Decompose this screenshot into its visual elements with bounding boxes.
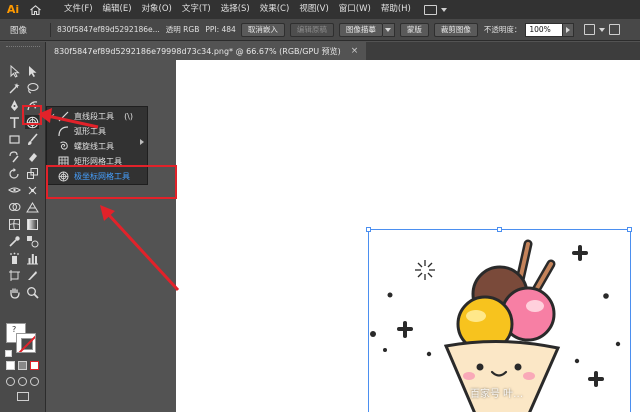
shaper-tool-icon[interactable] bbox=[7, 149, 21, 163]
unembed-button[interactable]: 取消嵌入 bbox=[240, 22, 285, 37]
menu-window[interactable]: 窗口(W) bbox=[334, 0, 376, 19]
app-logo: Ai bbox=[6, 3, 20, 16]
line-segment-icon bbox=[56, 110, 70, 124]
menu-edit[interactable]: 编辑(E) bbox=[98, 0, 137, 19]
menu-type[interactable]: 文字(T) bbox=[177, 0, 216, 19]
document-tab[interactable]: 830f5847ef89d5292186e79998d73c34.png* @ … bbox=[46, 42, 367, 60]
spiral-icon bbox=[56, 140, 70, 154]
flyout-item-spiral[interactable]: 螺旋线工具 bbox=[47, 139, 147, 154]
draw-inside-icon[interactable] bbox=[30, 377, 39, 386]
annotation-highlight-flyout-item bbox=[46, 165, 177, 199]
shape-builder-tool-icon[interactable] bbox=[7, 200, 21, 214]
image-ppi-info: PPI: 484 bbox=[205, 25, 236, 34]
opacity-input[interactable] bbox=[525, 22, 564, 37]
scale-tool-icon[interactable] bbox=[25, 166, 39, 180]
draw-behind-icon[interactable] bbox=[18, 377, 27, 386]
linked-filename[interactable]: 830f5847ef89d5292186e... bbox=[57, 25, 160, 34]
home-icon[interactable] bbox=[27, 0, 43, 19]
check-icon: ✓ bbox=[49, 112, 56, 121]
chevron-down-icon bbox=[385, 27, 392, 32]
menu-select[interactable]: 选择(S) bbox=[216, 0, 255, 19]
resize-handle[interactable] bbox=[627, 227, 632, 232]
pen-tool-icon[interactable] bbox=[7, 98, 21, 112]
document-tab-strip: 830f5847ef89d5292186e79998d73c34.png* @ … bbox=[46, 42, 640, 60]
chevron-down-icon[interactable] bbox=[599, 27, 606, 32]
chevron-down-icon[interactable] bbox=[440, 7, 447, 12]
symbol-sprayer-tool-icon[interactable] bbox=[7, 251, 21, 265]
menu-view[interactable]: 视图(V) bbox=[294, 0, 333, 19]
gradient-tool-icon[interactable] bbox=[25, 217, 39, 231]
tools-panel: ? ··· bbox=[0, 42, 46, 412]
rectangle-tool-icon[interactable] bbox=[7, 132, 21, 146]
edit-original-button[interactable]: 编辑原稿 bbox=[289, 22, 334, 37]
chevron-right-icon bbox=[566, 26, 571, 33]
blend-tool-icon[interactable] bbox=[25, 234, 39, 248]
selection-type-label: 图像 bbox=[10, 25, 28, 36]
control-bar: 图像 830f5847ef89d5292186e... 透明 RGB PPI: … bbox=[0, 19, 640, 41]
gradient-mode-icon[interactable] bbox=[18, 361, 27, 370]
panel-grip[interactable] bbox=[6, 46, 40, 49]
mesh-tool-icon[interactable] bbox=[7, 217, 21, 231]
stroke-swatch[interactable] bbox=[16, 333, 36, 353]
mask-button[interactable]: 蒙版 bbox=[399, 22, 429, 37]
artboard-tool-icon[interactable] bbox=[7, 268, 21, 282]
color-mode-icon[interactable] bbox=[6, 361, 15, 370]
type-tool-icon[interactable] bbox=[7, 115, 21, 129]
close-icon[interactable]: × bbox=[351, 46, 359, 56]
none-mode-icon[interactable] bbox=[30, 361, 39, 370]
eyedropper-tool-icon[interactable] bbox=[7, 234, 21, 248]
opacity-dropdown[interactable] bbox=[563, 22, 575, 37]
menu-file[interactable]: 文件(F) bbox=[59, 0, 98, 19]
draw-mode-icon[interactable] bbox=[6, 377, 15, 386]
default-colors-icon[interactable] bbox=[5, 350, 12, 357]
arc-icon bbox=[56, 125, 70, 139]
flyout-item-arc[interactable]: 弧形工具 bbox=[47, 124, 147, 139]
flyout-item-label: 直线段工具 bbox=[74, 112, 114, 121]
flyout-item-line-segment[interactable]: ✓ 直线段工具 (\) bbox=[47, 109, 147, 124]
control-bar-extra-icons bbox=[584, 24, 621, 35]
perspective-grid-tool-icon[interactable] bbox=[25, 200, 39, 214]
direct-selection-tool-icon[interactable] bbox=[25, 64, 39, 78]
document-icon[interactable] bbox=[584, 24, 596, 35]
eraser-tool-icon[interactable] bbox=[25, 149, 39, 163]
tearoff-arrow-icon[interactable] bbox=[140, 139, 144, 145]
image-trace-button[interactable]: 图像描摹 bbox=[338, 22, 383, 37]
opacity-label: 不透明度： bbox=[483, 25, 522, 34]
zoom-tool-icon[interactable] bbox=[25, 285, 39, 299]
menu-object[interactable]: 对象(O) bbox=[137, 0, 177, 19]
paintbrush-tool-icon[interactable] bbox=[25, 132, 39, 146]
rotate-tool-icon[interactable] bbox=[7, 166, 21, 180]
screen-mode-icon[interactable] bbox=[17, 392, 29, 401]
crop-image-button[interactable]: 裁剪图像 bbox=[433, 22, 478, 37]
hand-tool-icon[interactable] bbox=[7, 285, 21, 299]
image-trace-dropdown[interactable] bbox=[382, 22, 395, 37]
image-mode-info: 透明 RGB bbox=[165, 25, 200, 34]
watermark-text: 百家号 叶… bbox=[470, 389, 524, 400]
selection-tool-icon[interactable] bbox=[7, 64, 21, 78]
menu-help[interactable]: 帮助(H) bbox=[376, 0, 416, 19]
resize-handle[interactable] bbox=[497, 227, 502, 232]
slice-tool-icon[interactable] bbox=[25, 268, 39, 282]
column-graph-tool-icon[interactable] bbox=[25, 251, 39, 265]
lasso-tool-icon[interactable] bbox=[25, 81, 39, 95]
menu-effect[interactable]: 效果(C) bbox=[255, 0, 295, 19]
free-transform-tool-icon[interactable] bbox=[25, 183, 39, 197]
magic-wand-tool-icon[interactable] bbox=[7, 81, 21, 95]
shortcut-label: (\) bbox=[124, 112, 133, 121]
document-tab-title: 830f5847ef89d5292186e79998d73c34.png* @ … bbox=[54, 46, 341, 56]
workspace-layout-icon[interactable] bbox=[423, 4, 437, 15]
menu-bar: Ai 文件(F) 编辑(E) 对象(O) 文字(T) 选择(S) 效果(C) 视… bbox=[0, 0, 640, 19]
annotation-highlight-tool bbox=[22, 105, 42, 125]
resize-handle[interactable] bbox=[366, 227, 371, 232]
flyout-item-label: 螺旋线工具 bbox=[74, 142, 114, 151]
align-icon[interactable] bbox=[609, 24, 621, 35]
flyout-item-label: 弧形工具 bbox=[74, 127, 106, 136]
divider bbox=[50, 22, 51, 37]
width-tool-icon[interactable] bbox=[7, 183, 21, 197]
